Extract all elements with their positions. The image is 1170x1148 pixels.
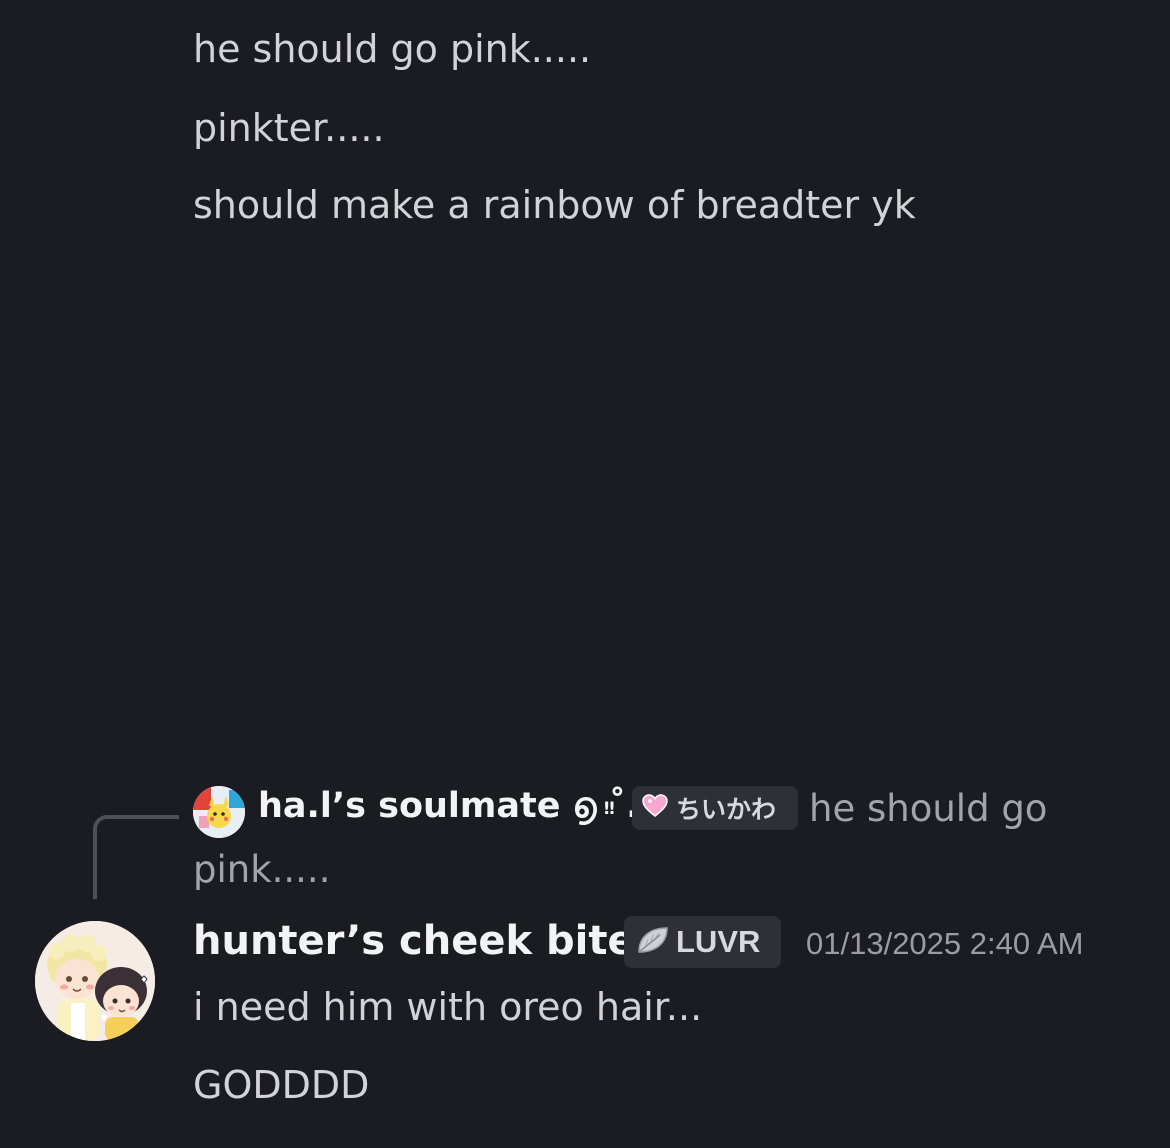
reply-server-tag[interactable]: ちいかわ (632, 786, 798, 830)
reply-avatar[interactable] (193, 786, 245, 838)
message-line: pinkter..... (193, 106, 385, 150)
user-tag-label: LUVR (676, 924, 761, 959)
pink-heart-icon (642, 794, 668, 822)
message-line: should make a rainbow of breadter yk (193, 183, 916, 227)
reply-author-suffix: ‼ (604, 799, 615, 819)
avatar[interactable] (35, 921, 155, 1041)
reply-connector (93, 815, 179, 899)
reply-tag-label: ちいかわ (676, 795, 777, 824)
message-line: GODDDD (193, 1063, 370, 1107)
user-server-tag[interactable]: LUVR (624, 916, 781, 968)
leaf-icon (636, 925, 670, 959)
reply-preview-text[interactable]: he should go (809, 790, 1047, 827)
message-line: i need him with oreo hair... (193, 985, 703, 1029)
reply-author-name[interactable]: ha.l’s soulmate ൭ ˚. (258, 789, 639, 824)
reply-preview-text-continued[interactable]: pink..... (193, 851, 330, 888)
avatar-image (35, 921, 155, 1041)
reply-avatar-image (193, 786, 245, 838)
message-timestamp[interactable]: 01/13/2025 2:40 AM (806, 928, 1084, 959)
message-line: he should go pink..... (193, 27, 592, 71)
message-author-name[interactable]: hunter’s cheek biter (193, 921, 654, 961)
